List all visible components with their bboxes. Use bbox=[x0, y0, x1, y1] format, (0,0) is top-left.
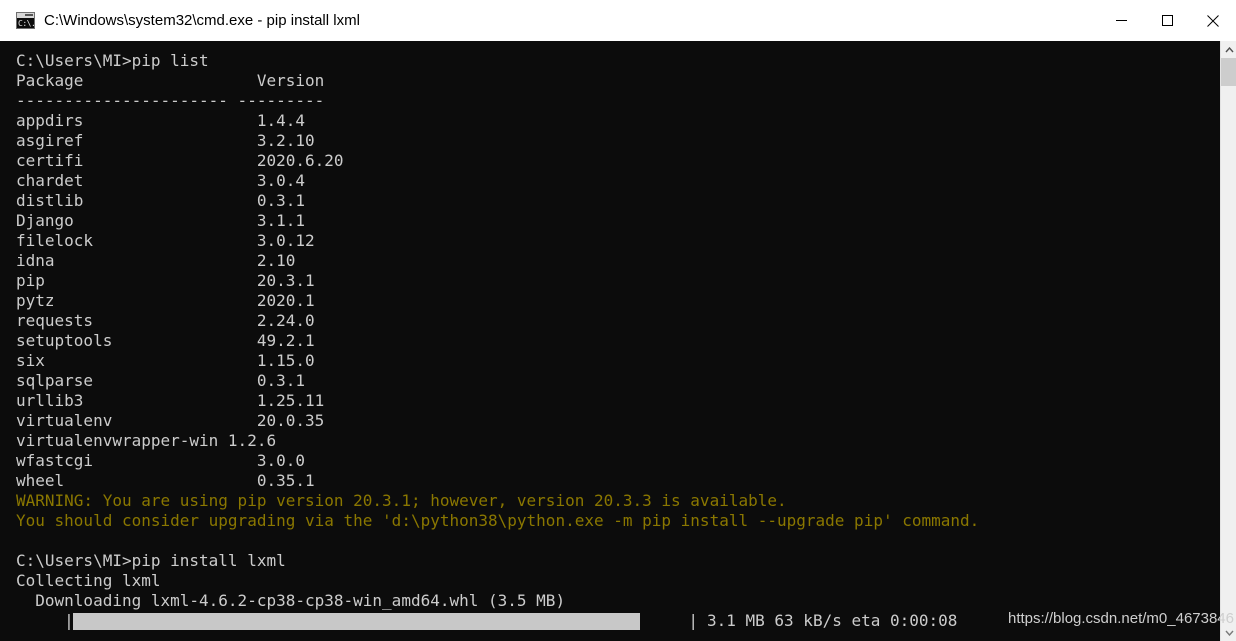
console-output: C:\Users\MI>pip list Package Version -----… bbox=[16, 51, 979, 631]
cmd-app-icon: C:\. bbox=[16, 12, 35, 29]
cmd-icon-prompt-text: C:\. bbox=[18, 19, 35, 28]
console-line: Collecting lxml bbox=[16, 571, 161, 590]
download-progress-row: | | 3.1 MB 63 kB/s eta 0:00:08 bbox=[16, 611, 979, 631]
console-line: urllib3 1.25.11 bbox=[16, 391, 325, 410]
console-line: requests 2.24.0 bbox=[16, 311, 315, 330]
minimize-button[interactable] bbox=[1098, 0, 1144, 41]
scroll-down-icon[interactable] bbox=[1221, 624, 1236, 641]
console-line: idna 2.10 bbox=[16, 251, 296, 270]
console-line: sqlparse 0.3.1 bbox=[16, 371, 305, 390]
console-line: wheel 0.35.1 bbox=[16, 471, 315, 490]
console-line: C:\Users\MI>pip list bbox=[16, 51, 209, 70]
console-line: You should consider upgrading via the 'd… bbox=[16, 511, 980, 530]
progress-indent bbox=[16, 611, 64, 631]
console-line: pip 20.3.1 bbox=[16, 271, 315, 290]
console-line: wfastcgi 3.0.0 bbox=[16, 451, 305, 470]
progress-gap bbox=[640, 611, 688, 631]
console-line: pytz 2020.1 bbox=[16, 291, 315, 310]
scrollbar-track[interactable] bbox=[1221, 86, 1236, 624]
maximize-icon bbox=[1161, 15, 1173, 26]
window-title: C:\Windows\system32\cmd.exe - pip instal… bbox=[44, 12, 360, 29]
title-bar-left: C:\. C:\Windows\system32\cmd.exe - pip i… bbox=[0, 0, 1098, 41]
scrollbar-thumb[interactable] bbox=[1221, 58, 1236, 86]
progress-bar-fill bbox=[73, 612, 641, 630]
progress-status-text: 3.1 MB 63 kB/s eta 0:00:08 bbox=[697, 611, 958, 630]
console-line: virtualenv 20.0.35 bbox=[16, 411, 325, 430]
console-line: six 1.15.0 bbox=[16, 351, 315, 370]
console-line: Django 3.1.1 bbox=[16, 211, 305, 230]
console-line: appdirs 1.4.4 bbox=[16, 111, 305, 130]
console-line: filelock 3.0.12 bbox=[16, 231, 315, 250]
console-line: WARNING: You are using pip version 20.3.… bbox=[16, 491, 787, 510]
console-line: asgiref 3.2.10 bbox=[16, 131, 315, 150]
console-line: ---------------------- --------- bbox=[16, 91, 325, 110]
progress-left-bar: | bbox=[64, 611, 74, 630]
minimize-icon bbox=[1115, 20, 1127, 21]
terminal-surface[interactable]: C:\Users\MI>pip list Package Version -----… bbox=[0, 41, 1220, 641]
window-controls bbox=[1098, 0, 1236, 41]
console-line: virtualenvwrapper-win 1.2.6 bbox=[16, 431, 277, 450]
progress-right-bar: | bbox=[688, 611, 698, 630]
console-line: setuptools 49.2.1 bbox=[16, 331, 315, 350]
title-bar[interactable]: C:\. C:\Windows\system32\cmd.exe - pip i… bbox=[0, 0, 1236, 41]
scroll-up-icon[interactable] bbox=[1221, 41, 1236, 58]
close-button[interactable] bbox=[1190, 0, 1236, 41]
console-line: Package Version bbox=[16, 71, 325, 90]
console-line: certifi 2020.6.20 bbox=[16, 151, 344, 170]
console-line: distlib 0.3.1 bbox=[16, 191, 305, 210]
console-line: Downloading lxml-4.6.2-cp38-cp38-win_amd… bbox=[16, 591, 566, 610]
cmd-window: C:\. C:\Windows\system32\cmd.exe - pip i… bbox=[0, 0, 1236, 641]
vertical-scrollbar[interactable] bbox=[1220, 41, 1236, 641]
maximize-button[interactable] bbox=[1144, 0, 1190, 41]
close-icon bbox=[1207, 14, 1219, 27]
console-line: C:\Users\MI>pip install lxml bbox=[16, 551, 286, 570]
console-line: chardet 3.0.4 bbox=[16, 171, 305, 190]
